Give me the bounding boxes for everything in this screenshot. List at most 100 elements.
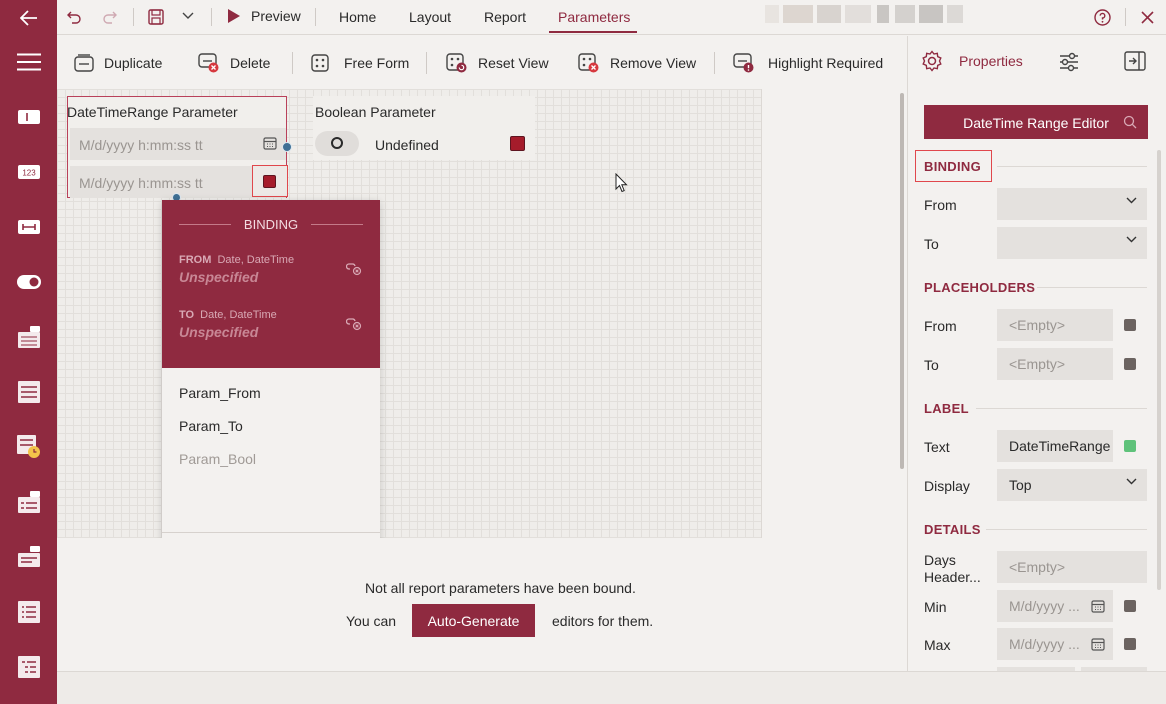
remove-view-button[interactable]: Remove View [578,36,696,89]
menu-icon[interactable] [16,49,42,75]
free-form-button[interactable]: Free Form [311,36,409,89]
placeholder-from-input[interactable]: <Empty> [997,309,1113,341]
boolean-binding-indicator-icon[interactable] [510,136,525,151]
days-header-input[interactable]: <Empty> [997,551,1147,583]
multi-select-tool-icon[interactable] [16,599,42,625]
auto-generate-button[interactable]: Auto-Generate [412,604,535,637]
numeric-tool-icon[interactable]: 123 [16,159,42,185]
tree-view-tool-icon[interactable] [16,654,42,680]
binding-to-select[interactable] [997,227,1147,259]
unlink-icon[interactable] [346,317,362,331]
calendar-icon[interactable] [263,136,277,150]
unlink-icon[interactable] [346,262,362,276]
calendar-icon[interactable] [1091,637,1105,651]
from-date-placeholder: M/d/yyyy h:mm:ss tt [79,137,203,153]
save-options-chevron-icon[interactable] [182,12,194,20]
toolbar: Duplicate Delete Free Form Reset View Re… [57,36,906,89]
redo-icon[interactable] [102,9,118,25]
divider [162,532,380,533]
to-binding-slot[interactable]: TO Date, DateTime [179,309,277,321]
from-binding-value: Unspecified [179,269,259,285]
blurred-region [765,5,965,23]
tab-home[interactable]: Home [339,9,376,25]
binding-indicator-icon[interactable] [1124,638,1136,650]
delete-icon [198,52,219,72]
max-label: Max [924,637,951,653]
max-date-value: M/d/yyyy ... [1009,636,1080,652]
list-item-param-from[interactable]: Param_From [179,385,261,401]
placeholder-to-input[interactable]: <Empty> [997,348,1113,380]
back-arrow-icon[interactable] [16,5,42,31]
divider [976,408,1147,409]
connector-dot[interactable] [282,142,292,152]
tab-layout[interactable]: Layout [409,9,451,25]
label-display-select[interactable]: Top [997,469,1147,501]
free-form-label: Free Form [344,54,410,71]
label-text-input[interactable]: DateTimeRange [997,430,1113,462]
boolean-toggle[interactable] [315,131,359,156]
binding-indicator-icon[interactable] [1124,358,1136,370]
undo-icon[interactable] [66,9,82,25]
reset-view-button[interactable]: Reset View [446,36,549,89]
mouse-cursor-icon [615,173,628,193]
range-tool-icon[interactable] [16,214,42,240]
list-box-tool-icon[interactable] [16,489,42,515]
toggle-tool-icon[interactable] [16,269,42,295]
save-icon[interactable] [148,9,164,25]
separator [211,8,212,26]
calendar-icon[interactable] [1091,599,1105,613]
binding-from-select[interactable] [997,188,1147,220]
active-tab-indicator [549,31,637,33]
duplicate-button[interactable]: Duplicate [74,36,162,89]
preview-button[interactable]: Preview [227,8,301,24]
binding-to-label: To [924,236,939,252]
duplicate-icon [74,53,94,72]
tab-report[interactable]: Report [484,9,526,25]
binding-toggle-button[interactable] [252,165,288,197]
boolean-value: Undefined [375,137,439,153]
highlight-required-icon [733,52,754,72]
date-range-tool-icon[interactable] [16,379,42,405]
tab-parameters[interactable]: Parameters [558,9,630,25]
max-date-input[interactable]: M/d/yyyy ... [997,628,1113,660]
you-can-text: You can [346,613,397,629]
gear-icon [922,50,942,72]
binding-indicator-icon[interactable] [1124,319,1136,331]
dropdown-tool-icon[interactable] [16,544,42,570]
min-date-value: M/d/yyyy ... [1009,598,1080,614]
datetime-tool-icon[interactable] [16,434,42,460]
highlight-required-label: Highlight Required [768,54,884,71]
editors-suffix-text: editors for them. [552,613,654,629]
binding-indicator-icon[interactable] [1124,440,1136,452]
placeholder-from-value: <Empty> [1009,317,1066,333]
sliders-icon[interactable] [1058,51,1080,73]
to-binding-value: Unspecified [179,324,259,340]
date-picker-tool-icon[interactable] [16,324,42,350]
days-header-label: Days Header... [924,552,981,585]
panel-scrollbar[interactable] [1157,150,1161,590]
remove-view-label: Remove View [610,54,697,71]
text-box-tool-icon[interactable] [16,104,42,130]
properties-label: Properties [959,53,1023,69]
title-bar: Preview Home Layout Report Parameters [57,0,1166,35]
properties-tab[interactable]: Properties [921,50,1023,72]
from-binding-slot[interactable]: FROM Date, DateTime [179,254,294,266]
binding-indicator-icon[interactable] [1124,600,1136,612]
chevron-down-icon [1126,236,1137,243]
unbound-notice: Not all report parameters have been boun… [365,580,636,596]
reset-view-label: Reset View [478,54,549,71]
separator [714,52,715,74]
delete-button[interactable]: Delete [198,36,270,89]
collapse-panel-icon[interactable] [1124,51,1146,71]
help-icon[interactable] [1094,9,1111,26]
binding-popup: BINDING FROM Date, DateTime Unspecified … [162,200,380,541]
highlight-required-button[interactable]: Highlight Required [733,36,883,89]
editor-type-label: DateTime Range Editor [963,115,1109,131]
label-text-label: Text [924,439,950,455]
canvas-scrollbar[interactable] [900,93,904,469]
close-icon[interactable] [1141,11,1154,24]
min-date-input[interactable]: M/d/yyyy ... [997,590,1113,622]
list-item-param-to[interactable]: Param_To [179,418,243,434]
from-date-field[interactable]: M/d/yyyy h:mm:ss tt [70,128,286,160]
editor-type-button[interactable]: DateTime Range Editor [924,105,1148,139]
